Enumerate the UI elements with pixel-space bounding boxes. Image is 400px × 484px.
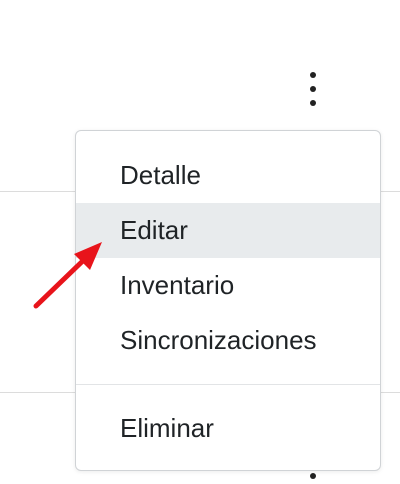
menu-divider: [76, 384, 380, 385]
kebab-dot: [310, 86, 316, 92]
menu-item-sincronizaciones[interactable]: Sincronizaciones: [76, 313, 380, 368]
menu-item-detalle[interactable]: Detalle: [76, 148, 380, 203]
kebab-dot: [310, 72, 316, 78]
menu-item-inventario[interactable]: Inventario: [76, 258, 380, 313]
kebab-dot: [310, 100, 316, 106]
menu-item-editar[interactable]: Editar: [76, 203, 380, 258]
next-row-more-options-icon[interactable]: [310, 473, 316, 479]
more-options-icon[interactable]: [304, 72, 322, 106]
actions-dropdown-menu: Detalle Editar Inventario Sincronizacion…: [75, 130, 381, 471]
screen: Detalle Editar Inventario Sincronizacion…: [0, 0, 400, 484]
menu-item-eliminar[interactable]: Eliminar: [76, 401, 380, 456]
